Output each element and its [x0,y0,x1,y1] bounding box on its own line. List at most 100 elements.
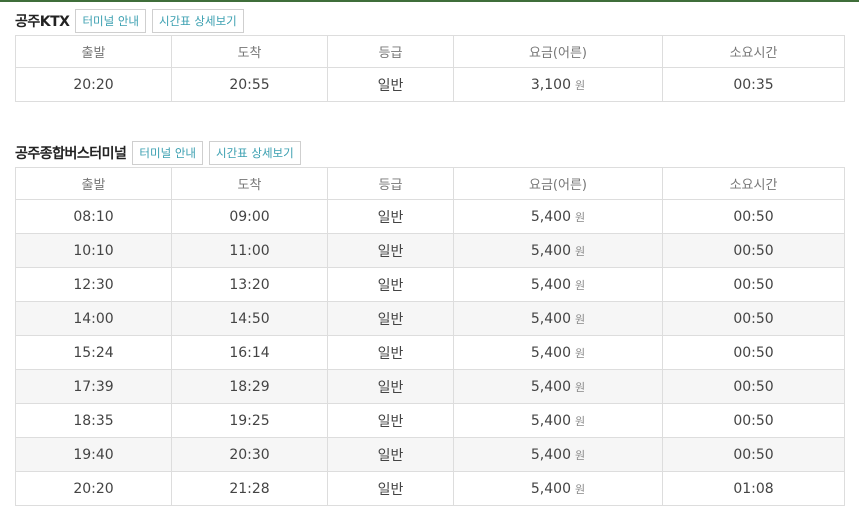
departure-cell: 10:10 [15,233,172,268]
bus-title: 공주종합버스터미널 [15,145,127,162]
ktx-table-body: 20:20 20:55 일반 3,100 원 00:35 [15,67,845,102]
arrival-cell: 20:30 [171,437,328,472]
arrival-cell: 13:20 [171,267,328,302]
header-fare: 요금(어른) [453,167,663,200]
fare-unit: 원 [574,312,586,326]
table-row: 18:35 19:25 일반 5,400 원 00:50 [15,403,845,438]
departure-cell: 08:10 [15,199,172,234]
header-duration: 소요시간 [662,167,845,200]
ktx-section: 공주KTX 터미널 안내 시간표 상세보기 출발 도착 등급 요금(어른) 소요… [15,6,845,102]
grade-cell: 일반 [327,233,454,268]
duration-cell: 00:50 [662,199,845,234]
bus-timetable-detail-button[interactable]: 시간표 상세보기 [208,140,301,165]
grade-cell: 일반 [327,471,454,506]
fare-cell: 5,400 원 [453,369,663,404]
duration-cell: 00:50 [662,369,845,404]
fare-cell: 5,400 원 [453,335,663,370]
fare-value: 5,400 [530,208,571,225]
duration-cell: 00:50 [662,301,845,336]
fare-cell: 5,400 원 [453,471,663,506]
ktx-title: 공주KTX [15,13,70,30]
grade-cell: 일반 [327,369,454,404]
fare-value: 5,400 [530,344,571,361]
grade-cell: 일반 [327,301,454,336]
ktx-terminal-info-button[interactable]: 터미널 안내 [75,8,147,33]
arrival-cell: 09:00 [171,199,328,234]
ktx-timetable-detail-button[interactable]: 시간표 상세보기 [152,8,244,33]
fare-cell: 3,100 원 [453,67,663,102]
duration-cell: 00:50 [662,335,845,370]
fare-value: 5,400 [530,242,571,259]
header-grade: 등급 [327,167,454,200]
arrival-cell: 19:25 [171,403,328,438]
fare-unit: 원 [574,380,586,394]
header-grade: 등급 [327,35,454,68]
bus-timetable: 출발 도착 등급 요금(어른) 소요시간 08:10 09:00 일반 5,400 원 0… [15,167,845,506]
fare-unit: 원 [574,414,586,428]
fare-cell: 5,400 원 [453,437,663,472]
departure-cell: 12:30 [15,267,172,302]
header-arrival: 도착 [171,35,328,68]
departure-cell: 20:20 [15,471,172,506]
fare-value: 5,400 [530,378,571,395]
fare-unit: 원 [574,210,586,224]
arrival-cell: 14:50 [171,301,328,336]
top-divider [0,0,859,2]
grade-cell: 일반 [327,403,454,438]
fare-unit: 원 [574,278,586,292]
table-row: 08:10 09:00 일반 5,400 원 00:50 [15,199,845,234]
bus-terminal-info-button[interactable]: 터미널 안내 [132,140,203,165]
fare-unit: 원 [574,482,586,496]
fare-value: 5,400 [530,480,571,497]
fare-value: 5,400 [530,310,571,327]
ktx-header: 공주KTX 터미널 안내 시간표 상세보기 [15,6,844,35]
duration-cell: 00:35 [662,67,845,102]
table-header-row: 출발 도착 등급 요금(어른) 소요시간 [15,35,845,68]
table-row: 20:20 20:55 일반 3,100 원 00:35 [15,67,845,102]
duration-cell: 00:50 [662,437,845,472]
arrival-cell: 18:29 [171,369,328,404]
grade-cell: 일반 [327,335,454,370]
departure-cell: 14:00 [15,301,172,336]
table-row: 14:00 14:50 일반 5,400 원 00:50 [15,301,845,336]
header-departure: 출발 [15,167,172,200]
departure-cell: 20:20 [15,67,172,102]
fare-unit: 원 [574,78,586,92]
arrival-cell: 20:55 [171,67,328,102]
bus-section: 공주종합버스터미널 터미널 안내 시간표 상세보기 출발 도착 등급 요금(어른… [15,138,845,506]
header-fare: 요금(어른) [453,35,663,68]
table-row: 20:20 21:28 일반 5,400 원 01:08 [15,471,845,506]
departure-cell: 15:24 [15,335,172,370]
grade-cell: 일반 [327,437,454,472]
table-row: 19:40 20:30 일반 5,400 원 00:50 [15,437,845,472]
fare-value: 5,400 [530,276,571,293]
fare-cell: 5,400 원 [453,233,663,268]
duration-cell: 00:50 [662,267,845,302]
table-row: 15:24 16:14 일반 5,400 원 00:50 [15,335,845,370]
table-row: 12:30 13:20 일반 5,400 원 00:50 [15,267,845,302]
fare-cell: 5,400 원 [453,267,663,302]
header-duration: 소요시간 [662,35,845,68]
fare-cell: 5,400 원 [453,199,663,234]
duration-cell: 00:50 [662,233,845,268]
fare-unit: 원 [574,346,586,360]
departure-cell: 18:35 [15,403,172,438]
bus-table-body: 08:10 09:00 일반 5,400 원 00:50 10:10 11:00 일반 5,400… [15,199,845,506]
arrival-cell: 21:28 [171,471,328,506]
arrival-cell: 11:00 [171,233,328,268]
ktx-timetable: 출발 도착 등급 요금(어른) 소요시간 20:20 20:55 일반 3,100 원 0… [15,35,845,102]
arrival-cell: 16:14 [171,335,328,370]
header-arrival: 도착 [171,167,328,200]
table-row: 10:10 11:00 일반 5,400 원 00:50 [15,233,845,268]
grade-cell: 일반 [327,199,454,234]
fare-cell: 5,400 원 [453,301,663,336]
fare-cell: 5,400 원 [453,403,663,438]
fare-value: 5,400 [530,446,571,463]
fare-unit: 원 [574,448,586,462]
header-departure: 출발 [15,35,172,68]
grade-cell: 일반 [327,267,454,302]
departure-cell: 17:39 [15,369,172,404]
grade-cell: 일반 [327,67,454,102]
departure-cell: 19:40 [15,437,172,472]
table-header-row: 출발 도착 등급 요금(어른) 소요시간 [15,167,845,200]
